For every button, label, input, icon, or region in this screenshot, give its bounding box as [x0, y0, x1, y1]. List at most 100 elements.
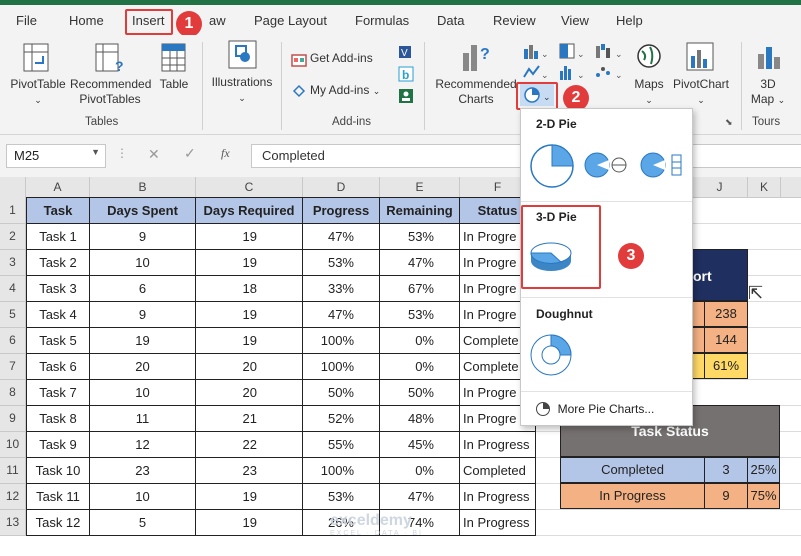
table-cell[interactable]: 10	[90, 484, 196, 510]
table-cell[interactable]: 20	[196, 380, 303, 406]
tab-draw[interactable]: aw	[209, 13, 226, 28]
column-header-b[interactable]: B	[90, 177, 196, 198]
table-cell[interactable]: 0%	[380, 328, 460, 354]
maps-button[interactable]: Maps ⌄	[628, 77, 670, 108]
recommended-pivottables-button[interactable]: Recommended PivotTables	[70, 77, 151, 107]
tab-data[interactable]: Data	[437, 13, 464, 28]
table-cell[interactable]: 0%	[380, 354, 460, 380]
row-header[interactable]: 9	[0, 406, 26, 432]
scatter-chart-icon[interactable]: ⌄	[594, 63, 624, 84]
cancel-icon[interactable]: ✕	[148, 146, 160, 163]
table-cell[interactable]: 19	[196, 302, 303, 328]
table-header-cell[interactable]: Remaining	[380, 197, 460, 224]
table-cell[interactable]: Task 12	[26, 510, 90, 536]
row-header[interactable]: 2	[0, 224, 26, 250]
column-header-e[interactable]: E	[380, 177, 460, 198]
table-cell[interactable]: 47%	[380, 484, 460, 510]
hierarchy-chart-icon[interactable]: ⌄	[558, 42, 586, 63]
column-header-next[interactable]	[781, 177, 801, 198]
row-header[interactable]: 10	[0, 432, 26, 458]
table-cell[interactable]: 0%	[380, 458, 460, 484]
tab-help[interactable]: Help	[616, 13, 643, 28]
bar-of-pie-option[interactable]	[639, 151, 687, 186]
get-addins-button[interactable]: Get Add-ins	[310, 51, 373, 66]
table-cell[interactable]: 19	[196, 328, 303, 354]
table-cell[interactable]: In Progress	[460, 484, 536, 510]
row-header[interactable]: 12	[0, 484, 26, 510]
line-chart-icon[interactable]: ⌄	[522, 63, 550, 84]
table-cell[interactable]: Task 8	[26, 406, 90, 432]
pie-2d-option[interactable]	[527, 141, 577, 194]
table-cell[interactable]: 47%	[303, 302, 380, 328]
insert-function-icon[interactable]: fx	[221, 146, 230, 161]
column-header-a[interactable]: A	[26, 177, 90, 198]
tab-page-layout[interactable]: Page Layout	[254, 13, 327, 28]
column-header-d[interactable]: D	[303, 177, 380, 198]
table-cell[interactable]: Task 6	[26, 354, 90, 380]
table-cell[interactable]: 48%	[380, 406, 460, 432]
illustrations-button[interactable]: Illustrations ⌄	[208, 75, 276, 106]
table-header-cell[interactable]: Task	[26, 197, 90, 224]
table-cell[interactable]: Task 7	[26, 380, 90, 406]
table-header-cell[interactable]: Progress	[303, 197, 380, 224]
3d-map-button[interactable]: 3D Map ⌄	[748, 77, 788, 108]
table-cell[interactable]: 100%	[303, 354, 380, 380]
doughnut-option[interactable]	[529, 333, 573, 380]
table-cell[interactable]: Task 11	[26, 484, 90, 510]
table-cell[interactable]: 12	[90, 432, 196, 458]
statistic-chart-icon[interactable]: ⌄	[558, 63, 586, 84]
table-cell[interactable]: 18	[196, 276, 303, 302]
table-cell[interactable]: 33%	[303, 276, 380, 302]
table-header-cell[interactable]: Days Spent	[90, 197, 196, 224]
table-cell[interactable]: 67%	[380, 276, 460, 302]
table-cell[interactable]: Task 1	[26, 224, 90, 250]
table-cell[interactable]: Task 2	[26, 250, 90, 276]
table-cell[interactable]: 23	[196, 458, 303, 484]
more-pie-charts-item[interactable]: More Pie Charts...	[535, 400, 654, 417]
row-header[interactable]: 8	[0, 380, 26, 406]
pivotchart-button[interactable]: PivotChart ⌄	[668, 77, 734, 108]
table-cell[interactable]: 11	[90, 406, 196, 432]
table-cell[interactable]: 100%	[303, 458, 380, 484]
table-header-cell[interactable]: Days Required	[196, 197, 303, 224]
table-cell[interactable]: In Progress	[460, 432, 536, 458]
table-cell[interactable]: 55%	[303, 432, 380, 458]
row-header[interactable]: 5	[0, 302, 26, 328]
row-header[interactable]: 11	[0, 458, 26, 484]
table-cell[interactable]: 45%	[380, 432, 460, 458]
waterfall-chart-icon[interactable]: ⌄	[594, 42, 624, 63]
table-cell[interactable]: 20	[196, 354, 303, 380]
table-cell[interactable]: 47%	[380, 250, 460, 276]
bing-icon[interactable]: b	[398, 66, 414, 85]
table-cell[interactable]: 53%	[303, 250, 380, 276]
row-header[interactable]: 13	[0, 510, 26, 536]
row-header[interactable]: 3	[0, 250, 26, 276]
table-cell[interactable]: 10	[90, 250, 196, 276]
tab-review[interactable]: Review	[493, 13, 536, 28]
row-header[interactable]: 1	[0, 197, 26, 224]
pivottable-button[interactable]: PivotTable ⌄	[8, 77, 68, 108]
table-cell[interactable]: Task 10	[26, 458, 90, 484]
table-cell[interactable]: 47%	[303, 224, 380, 250]
table-cell[interactable]: 19	[90, 328, 196, 354]
table-cell[interactable]: 10	[90, 380, 196, 406]
table-cell[interactable]: 20	[90, 354, 196, 380]
table-cell[interactable]: Task 4	[26, 302, 90, 328]
table-cell[interactable]: 9	[90, 224, 196, 250]
row-header[interactable]: 7	[0, 354, 26, 380]
table-cell[interactable]: 19	[196, 510, 303, 536]
table-cell[interactable]: 19	[196, 250, 303, 276]
recommended-charts-button[interactable]: Recommended Charts	[434, 77, 518, 107]
table-cell[interactable]: 6	[90, 276, 196, 302]
table-cell[interactable]: 52%	[303, 406, 380, 432]
visio-icon[interactable]: V	[398, 44, 414, 63]
table-cell[interactable]: 22	[196, 432, 303, 458]
table-cell[interactable]: Task 3	[26, 276, 90, 302]
table-cell[interactable]: Task 9	[26, 432, 90, 458]
tab-home[interactable]: Home	[69, 13, 104, 28]
table-cell[interactable]: 5	[90, 510, 196, 536]
table-cell[interactable]: 21	[196, 406, 303, 432]
pie-of-pie-option[interactable]	[583, 151, 631, 186]
column-header-k[interactable]: K	[748, 177, 781, 198]
column-header-c[interactable]: C	[196, 177, 303, 198]
